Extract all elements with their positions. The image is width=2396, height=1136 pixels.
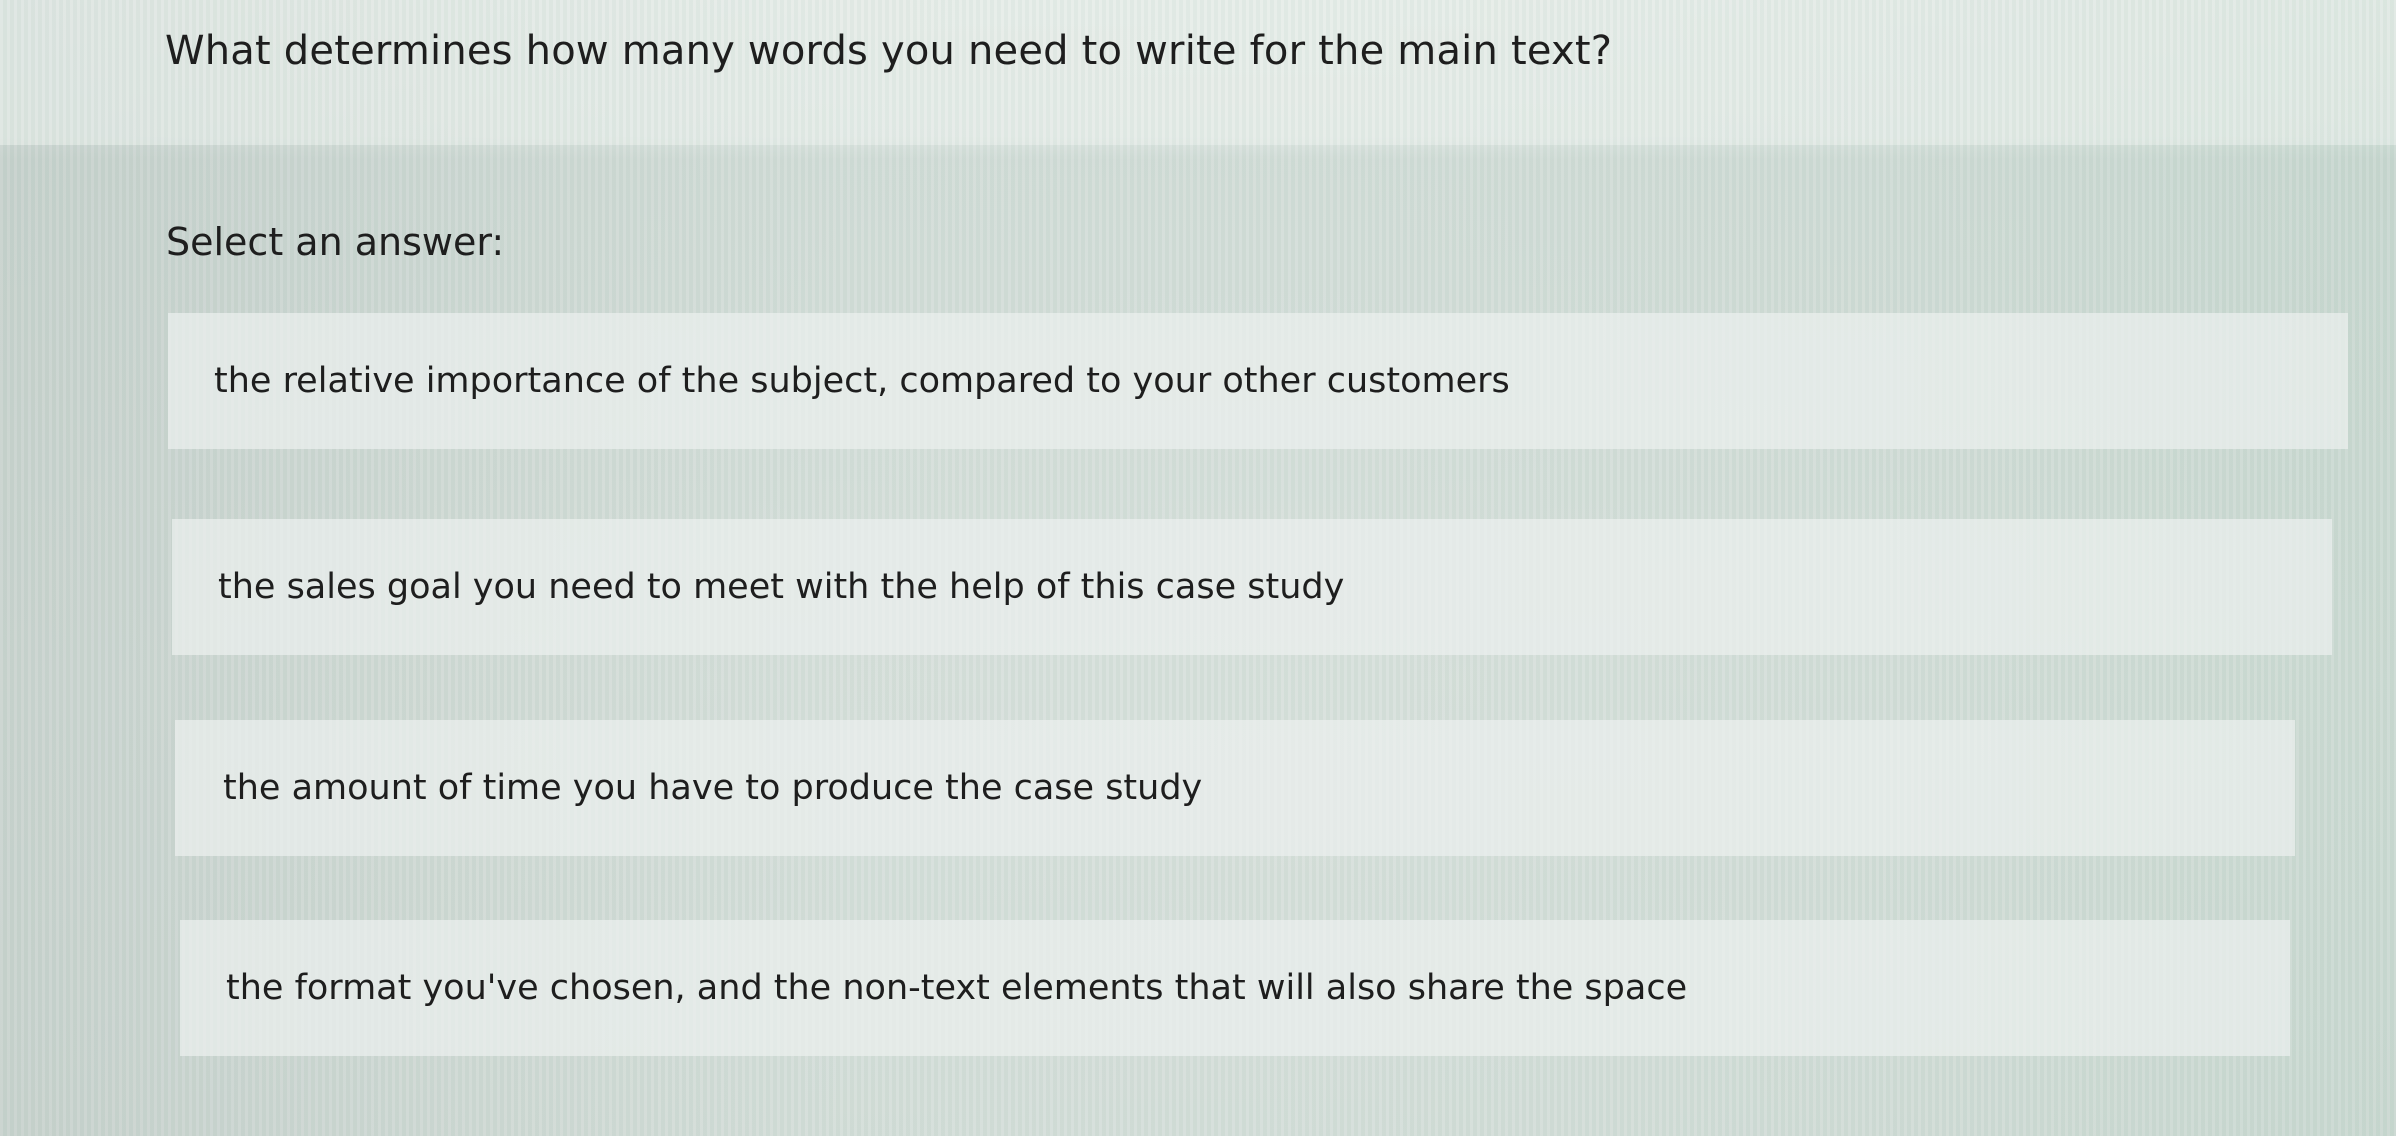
- answer-option-3[interactable]: the amount of time you have to produce t…: [175, 720, 2295, 856]
- answer-option-4[interactable]: the format you've chosen, and the non-te…: [180, 920, 2290, 1056]
- answer-option-label: the amount of time you have to produce t…: [223, 768, 1203, 808]
- answer-option-label: the sales goal you need to meet with the…: [218, 567, 1345, 607]
- quiz-screen: What determines how many words you need …: [0, 0, 2396, 1136]
- select-answer-prompt: Select an answer:: [166, 220, 505, 264]
- answer-option-label: the format you've chosen, and the non-te…: [226, 968, 1688, 1008]
- answer-option-2[interactable]: the sales goal you need to meet with the…: [172, 519, 2332, 655]
- question-text: What determines how many words you need …: [165, 28, 1613, 74]
- answer-option-1[interactable]: the relative importance of the subject, …: [168, 313, 2348, 449]
- answer-option-label: the relative importance of the subject, …: [214, 361, 1510, 401]
